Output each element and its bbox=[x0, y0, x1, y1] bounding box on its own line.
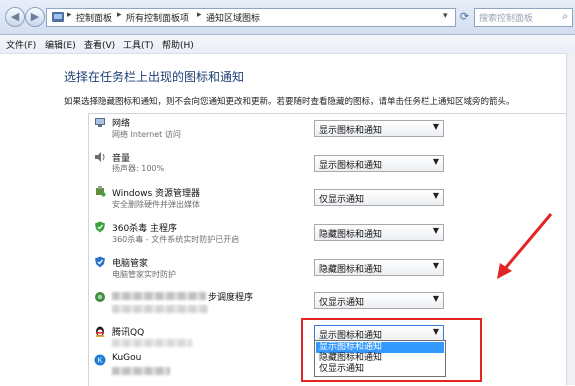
behavior-value: 隐藏图标和通知 bbox=[319, 265, 383, 275]
page-title: 选择在任务栏上出现的图标和通知 bbox=[64, 70, 245, 84]
behavior-select-sync[interactable]: 仅显示通知 ▼ bbox=[314, 292, 444, 309]
page-description: 如果选择隐藏图标和通知，则不会向您通知更改和更新。若要随时查看隐藏的图标，请单击… bbox=[64, 97, 515, 107]
row-name-pc-manager: 电脑管家 bbox=[112, 259, 149, 269]
menu-help[interactable]: 帮助(H) bbox=[162, 38, 194, 51]
blurred-text bbox=[112, 305, 208, 313]
behavior-value: 显示图标和通知 bbox=[319, 161, 383, 171]
breadcrumb-notification-icons[interactable]: 通知区域图标 bbox=[206, 11, 260, 24]
behavior-value: 隐藏图标和通知 bbox=[319, 230, 383, 240]
chevron-down-icon: ▼ bbox=[432, 122, 439, 131]
search-input[interactable]: 搜索控制面板 ⌕ bbox=[474, 8, 573, 27]
behavior-value: 显示图标和通知 bbox=[319, 126, 383, 136]
address-bar[interactable]: ▸ 控制面板 ▸ 所有控制面板项 ▸ 通知区域图标 ▾ bbox=[46, 8, 456, 27]
behavior-value: 仅显示通知 bbox=[319, 298, 365, 308]
behavior-select-explorer[interactable]: 仅显示通知 ▼ bbox=[314, 189, 444, 206]
search-icon[interactable]: ⌕ bbox=[562, 11, 568, 22]
network-icon bbox=[95, 118, 105, 127]
dropdown-option-hide[interactable]: 隐藏图标和通知 bbox=[316, 353, 444, 364]
kugou-icon: K bbox=[94, 354, 106, 366]
row-desc-pc-manager: 电脑管家实时防护 bbox=[112, 270, 176, 279]
behavior-select-pc-manager[interactable]: 隐藏图标和通知 ▼ bbox=[314, 259, 444, 276]
blurred-text bbox=[112, 339, 192, 347]
chevron-down-icon: ▼ bbox=[432, 157, 439, 166]
behavior-dropdown-list[interactable]: 显示图标和通知 隐藏图标和通知 仅显示通知 bbox=[314, 340, 446, 377]
blurred-text bbox=[112, 367, 170, 375]
address-bar-area: ◀ ▶ ▸ 控制面板 ▸ 所有控制面板项 ▸ 通知区域图标 ▾ ⟳ 搜索控制面板… bbox=[0, 0, 575, 35]
chevron-down-icon: ▼ bbox=[432, 294, 439, 303]
row-desc-360: 360杀毒 - 文件系统实时防护已开启 bbox=[112, 235, 240, 244]
menu-file[interactable]: 文件(F) bbox=[6, 38, 36, 51]
tencent-guard-icon bbox=[95, 256, 105, 268]
search-placeholder: 搜索控制面板 bbox=[479, 14, 534, 24]
behavior-select-network[interactable]: 显示图标和通知 ▼ bbox=[314, 120, 444, 137]
scrollbar[interactable] bbox=[566, 53, 575, 385]
shield-360-icon bbox=[95, 221, 105, 233]
row-desc-network: 网络 Internet 访问 bbox=[112, 130, 181, 139]
row-name-explorer: Windows 资源管理器 bbox=[112, 189, 201, 199]
menu-edit[interactable]: 编辑(E) bbox=[45, 38, 76, 51]
row-name-sync: 步调度程序 bbox=[208, 293, 254, 303]
usb-device-icon bbox=[96, 186, 106, 197]
chevron-down-icon: ▼ bbox=[432, 226, 439, 235]
breadcrumb-control-panel[interactable]: 控制面板 bbox=[76, 11, 112, 24]
dropdown-option-notify-only[interactable]: 仅显示通知 bbox=[316, 364, 444, 375]
row-name-kugou: KuGou bbox=[112, 353, 142, 363]
address-dropdown-icon[interactable]: ▾ bbox=[443, 11, 448, 21]
breadcrumb-separator-icon: ▸ bbox=[197, 10, 202, 20]
behavior-select-360[interactable]: 隐藏图标和通知 ▼ bbox=[314, 224, 444, 241]
row-name-network: 网络 bbox=[112, 119, 131, 129]
breadcrumb-all-items[interactable]: 所有控制面板项 bbox=[126, 11, 189, 24]
breadcrumb-separator-icon: ▸ bbox=[117, 10, 122, 20]
behavior-select-volume[interactable]: 显示图标和通知 ▼ bbox=[314, 155, 444, 172]
behavior-value: 仅显示通知 bbox=[319, 195, 365, 205]
row-name-360: 360杀毒 主程序 bbox=[112, 224, 178, 234]
chevron-down-icon: ▼ bbox=[432, 261, 439, 270]
row-name-qq: 腾讯QQ bbox=[112, 328, 145, 338]
menu-view[interactable]: 查看(V) bbox=[84, 38, 115, 51]
menu-bar: 文件(F) 编辑(E) 查看(V) 工具(T) 帮助(H) bbox=[0, 35, 575, 54]
blurred-text bbox=[112, 292, 206, 300]
svg-text:K: K bbox=[98, 358, 103, 365]
refresh-icon[interactable]: ⟳ bbox=[457, 8, 472, 25]
forward-button[interactable]: ▶ bbox=[25, 7, 45, 27]
speaker-icon bbox=[95, 152, 105, 162]
back-button[interactable]: ◀ bbox=[5, 7, 25, 27]
sync-scheduler-icon bbox=[95, 292, 105, 302]
chevron-down-icon: ▼ bbox=[432, 191, 439, 200]
row-desc-volume: 扬声器: 100% bbox=[112, 164, 165, 173]
row-desc-explorer: 安全删除硬件并弹出媒体 bbox=[112, 200, 200, 209]
breadcrumb-separator-icon: ▸ bbox=[67, 10, 72, 20]
menu-tools[interactable]: 工具(T) bbox=[123, 38, 154, 51]
qq-penguin-icon bbox=[95, 326, 105, 337]
dropdown-option-show[interactable]: 显示图标和通知 bbox=[316, 342, 444, 353]
control-panel-icon bbox=[52, 12, 64, 22]
